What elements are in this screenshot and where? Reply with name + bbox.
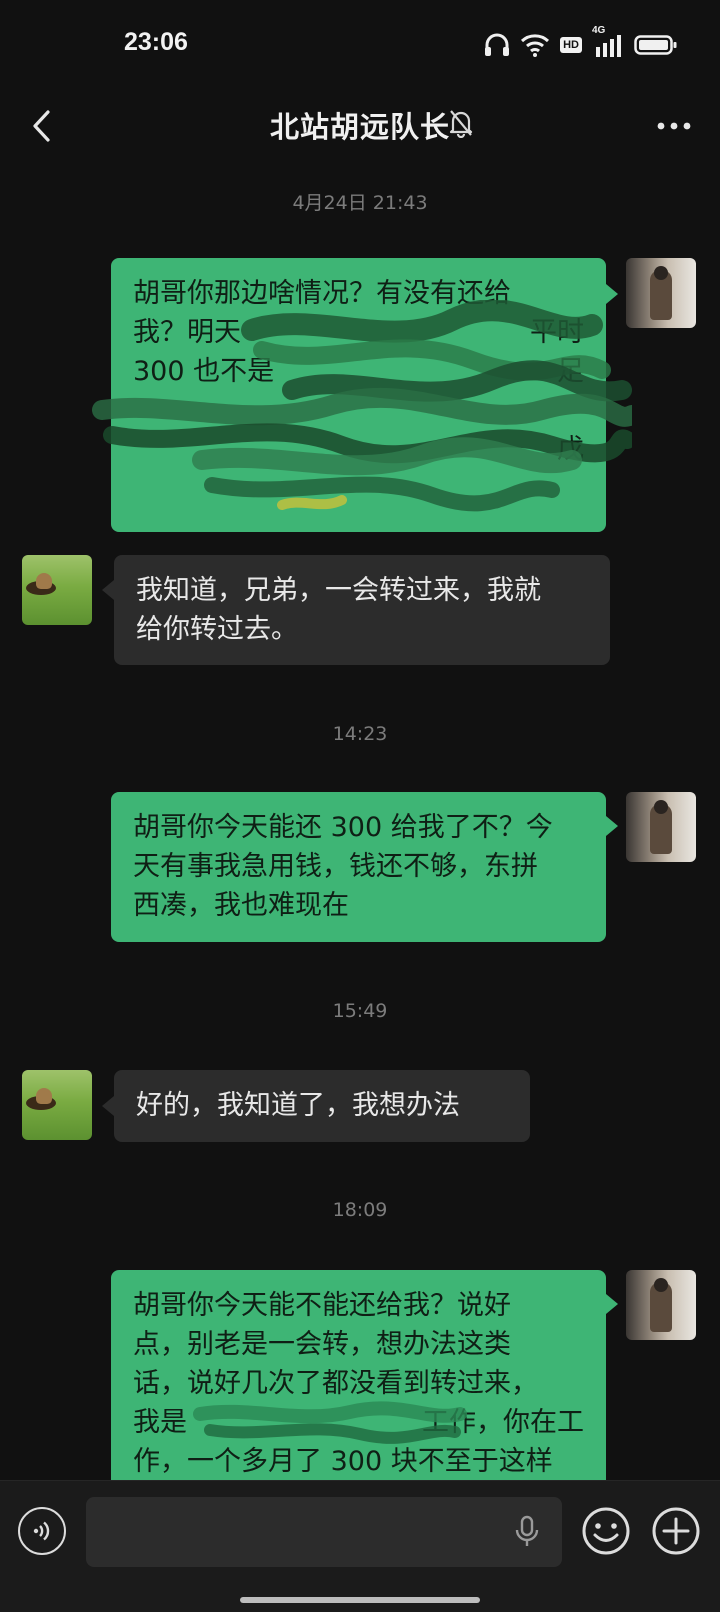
home-indicator[interactable] (240, 1597, 480, 1603)
emoji-button[interactable] (580, 1505, 632, 1557)
message-line: 胡哥你那边啥情况？有没有还给 (133, 278, 511, 309)
message-line: 平时 (530, 317, 584, 348)
message-line: 我知道，兄弟，一会转过来，我就 (136, 575, 541, 606)
signal-icon: 4G (592, 25, 624, 57)
message-line (133, 469, 584, 508)
message-line: 300 也不是 (133, 356, 275, 387)
hd-badge: HD (560, 37, 582, 53)
message-line: 西凑，我也难现在 (133, 890, 349, 921)
status-icons: HD 4G (484, 25, 678, 60)
avatar[interactable] (22, 555, 92, 625)
message-line: 我？明天 (133, 317, 241, 348)
message-line: 胡哥你今天能不能还给我？说好 (133, 1290, 511, 1321)
avatar[interactable] (626, 792, 696, 862)
chat-title: 北站胡远队长 (269, 110, 450, 144)
message-line (133, 391, 584, 430)
input-bar (0, 1480, 720, 1612)
message-bubble[interactable]: 胡哥你那边啥情况？有没有还给 我？明天 平时 300 也不是 足 戊 (111, 258, 606, 532)
message-line: 我是 (133, 1407, 187, 1438)
timestamp: 15:49 (332, 1000, 388, 1022)
message-bubble[interactable]: 好的，我知道了，我想办法 (114, 1070, 530, 1142)
message-line: 足 (557, 356, 584, 387)
message-line: 作，一个多月了 300 块不至于这样 (133, 1446, 553, 1477)
timestamp: 4月24日 21:43 (292, 192, 428, 214)
timestamp: 18:09 (332, 1199, 388, 1221)
message-bubble[interactable]: 我知道，兄弟，一会转过来，我就 给你转过去。 (114, 555, 610, 665)
voice-icon (33, 1521, 50, 1541)
message-line: 话，说好几次了都没看到转过来， (133, 1368, 538, 1399)
voice-input-toggle[interactable] (18, 1507, 66, 1555)
message-line: 给你转过去。 (136, 614, 298, 645)
emoji-icon (582, 1507, 630, 1555)
avatar[interactable] (22, 1070, 92, 1140)
status-bar: 23:06 HD 4G (0, 0, 720, 90)
message-line: 天有事我急用钱，钱还不够，东拼 (133, 851, 538, 882)
message-line: 点，别老是一会转，想办法这类 (133, 1329, 511, 1360)
message-input[interactable] (86, 1497, 562, 1567)
mute-bell-icon (448, 108, 474, 142)
more-icon (657, 122, 691, 130)
status-time: 23:06 (124, 28, 188, 56)
message-bubble[interactable]: 胡哥你今天能还 300 给我了不？今 天有事我急用钱，钱还不够，东拼 西凑，我也… (111, 792, 606, 942)
network-type-label: 4G (592, 25, 606, 36)
chat-header: 北站胡远队长 (0, 90, 720, 162)
timestamp: 14:23 (332, 723, 388, 745)
wifi-icon (520, 33, 550, 57)
plus-icon (652, 1507, 700, 1555)
avatar[interactable] (626, 1270, 696, 1340)
message-line: 工作，你在工 (422, 1407, 584, 1438)
battery-icon (634, 34, 678, 56)
message-bubble[interactable]: 胡哥你今天能不能还给我？说好 点，别老是一会转，想办法这类 话，说好几次了都没看… (111, 1270, 606, 1500)
more-options-button[interactable] (650, 102, 698, 150)
message-line: 好的，我知道了，我想办法 (136, 1090, 460, 1121)
more-functions-button[interactable] (650, 1505, 702, 1557)
headphones-icon (484, 33, 510, 57)
message-line: 胡哥你今天能还 300 给我了不？今 (133, 812, 553, 843)
avatar[interactable] (626, 258, 696, 328)
message-line: 戊 (557, 434, 584, 465)
microphone-icon[interactable] (514, 1515, 540, 1553)
